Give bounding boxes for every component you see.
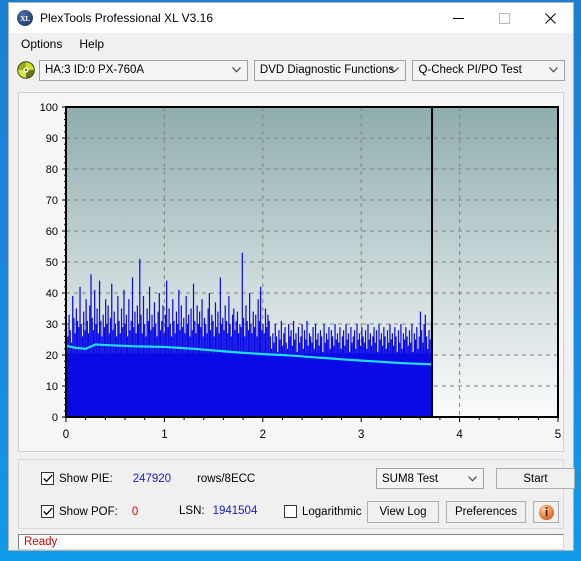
chevron-down-icon [390,61,400,80]
show-pof-label: Show POF: [59,505,118,518]
svg-text:5: 5 [555,429,561,441]
window-title: PlexTools Professional XL V3.16 [40,11,213,25]
function-select[interactable]: DVD Diagnostic Functions [253,59,407,81]
chevron-down-icon [231,61,241,80]
svg-text:40: 40 [46,288,58,300]
svg-text:3: 3 [358,429,364,441]
show-pof-row: Show POF: 0 [41,505,138,518]
test-select-value: Q-Check PI/PO Test [418,64,522,76]
svg-text:10: 10 [46,381,58,393]
info-icon [538,504,554,520]
sum8-test-select-value: SUM8 Test [382,472,439,485]
show-pie-checkbox[interactable] [41,472,54,485]
application-window: XL PlexTools Professional XL V3.16 Optio… [8,2,575,551]
drive-select-value: HA:3 ID:0 PX-760A [45,64,145,76]
svg-text:1: 1 [161,429,167,441]
chevron-down-icon [549,61,558,80]
info-button[interactable] [533,501,559,523]
status-text: Ready [24,536,58,548]
sum8-test-select[interactable]: SUM8 Test [376,468,484,489]
pie-count-value: 247920 [132,472,172,485]
lsn-label: LSN: [179,505,205,517]
drive-select[interactable]: HA:3 ID:0 PX-760A [39,59,248,81]
pof-count-value: 0 [131,505,139,518]
test-select[interactable]: Q-Check PI/PO Test [412,59,565,81]
svg-text:60: 60 [46,226,58,238]
svg-text:20: 20 [46,350,58,362]
svg-text:4: 4 [456,429,463,441]
menu-bar: Options Help [9,33,573,55]
show-pie-row: Show PIE: 247920 rows/8ECC [41,472,255,485]
chevron-down-icon [468,469,477,488]
start-button[interactable]: Start [496,468,575,489]
minimize-button[interactable] [435,3,481,33]
lsn-value: 1941504 [212,505,258,517]
maximize-button[interactable] [481,3,527,33]
pie-unit-label: rows/8ECC [197,472,256,485]
lsn-row: LSN: 1941504 [179,505,257,517]
menu-item-options[interactable]: Options [17,35,71,54]
selector-toolbar: HA:3 ID:0 PX-760A DVD Diagnostic Functio… [9,55,573,85]
screen: XL PlexTools Professional XL V3.16 Optio… [0,0,581,561]
view-log-button[interactable]: View Log [367,501,439,523]
status-bar: Ready [18,534,564,550]
svg-text:0: 0 [63,429,69,441]
svg-text:70: 70 [46,195,58,207]
svg-text:30: 30 [46,319,58,331]
window-controls [435,3,573,33]
svg-text:80: 80 [46,164,58,176]
optical-disc-icon [17,61,35,79]
logarithmic-checkbox[interactable] [284,505,297,518]
pi-po-chart: 0 10 20 30 40 50 60 70 80 90 100 0 1 2 3 4 5 [40,102,562,441]
menu-item-help[interactable]: Help [75,35,113,54]
preferences-button[interactable]: Preferences [446,501,526,523]
svg-text:0: 0 [52,412,58,424]
app-logo-icon: XL [17,10,33,26]
logarithmic-row: Logarithmic [284,505,361,518]
show-pie-label: Show PIE: [59,472,113,485]
svg-text:90: 90 [46,133,58,145]
svg-text:50: 50 [46,257,58,269]
svg-text:100: 100 [40,102,58,114]
title-bar: XL PlexTools Professional XL V3.16 [9,3,573,33]
close-button[interactable] [527,3,573,33]
function-select-value: DVD Diagnostic Functions [259,64,395,76]
svg-text:2: 2 [260,429,266,441]
control-panel: Show PIE: 247920 rows/8ECC Show POF: 0 L… [18,459,575,529]
show-pof-checkbox[interactable] [41,505,54,518]
chart-panel: 0 10 20 30 40 50 60 70 80 90 100 0 1 2 3 4 5 [18,92,564,452]
logarithmic-label: Logarithmic [302,505,362,518]
